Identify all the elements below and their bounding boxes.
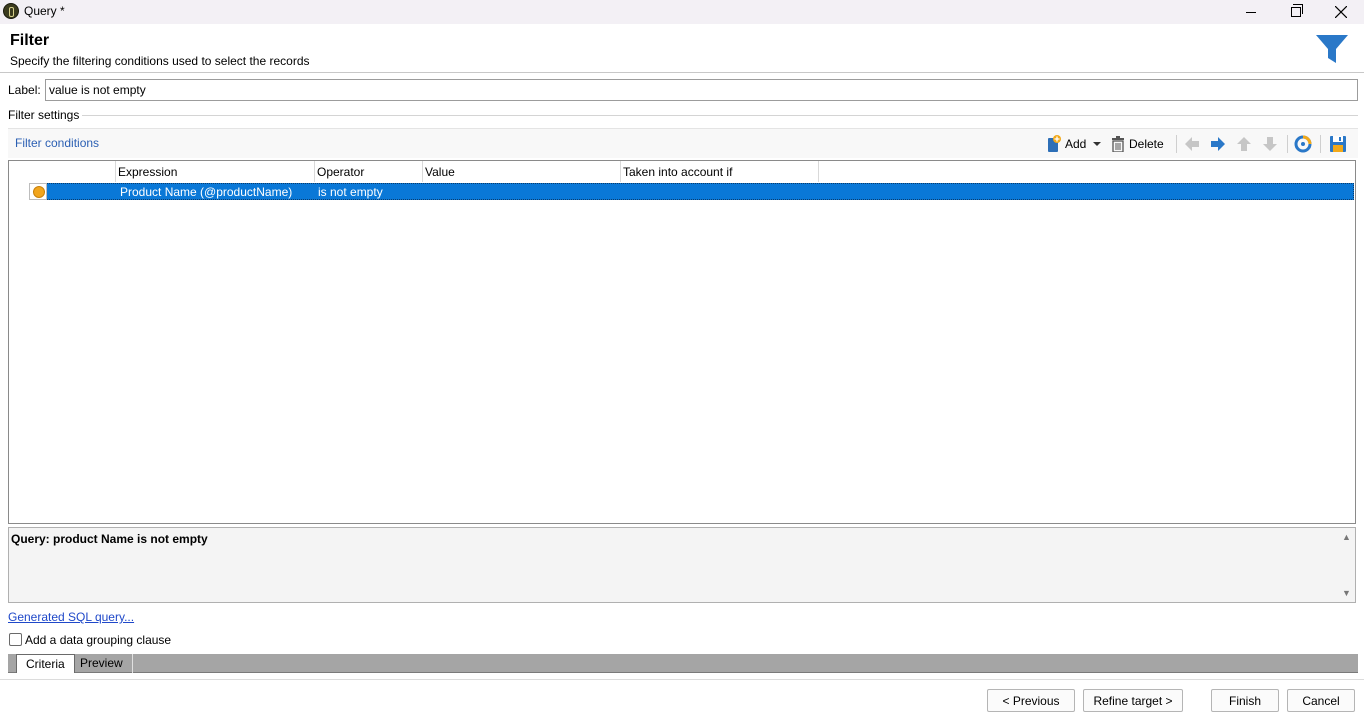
arrow-up-icon[interactable]: [1234, 134, 1254, 154]
funnel-icon: [1316, 35, 1348, 63]
page-header: Filter Specify the filtering conditions …: [0, 24, 1364, 73]
refresh-icon[interactable]: [1293, 134, 1313, 154]
toolbar-separator: [1320, 135, 1321, 153]
add-label: Add: [1065, 137, 1087, 151]
close-button[interactable]: [1318, 0, 1364, 24]
previous-button[interactable]: < Previous: [987, 689, 1075, 712]
minimize-icon: [1246, 11, 1256, 13]
column-header[interactable]: Operator: [315, 161, 423, 182]
delete-label: Delete: [1129, 137, 1164, 151]
operator-cell: is not empty: [318, 185, 383, 199]
maximize-button[interactable]: [1273, 0, 1319, 24]
cancel-button[interactable]: Cancel: [1287, 689, 1355, 712]
arrow-left-icon[interactable]: [1182, 134, 1202, 154]
toolbar-separator: [1287, 135, 1288, 153]
refine-target-button[interactable]: Refine target >: [1083, 689, 1183, 712]
minimize-button[interactable]: [1228, 0, 1274, 24]
filter-settings-title: Filter settings: [8, 108, 80, 122]
conditions-grid: Expression Operator Value Taken into acc…: [8, 160, 1356, 524]
page-title: Filter: [10, 32, 50, 49]
generated-sql-link[interactable]: Generated SQL query...: [8, 610, 134, 624]
save-icon[interactable]: [1328, 134, 1348, 154]
table-row[interactable]: Product Name (@productName) is not empty: [29, 183, 1354, 200]
grid-header: Expression Operator Value Taken into acc…: [9, 161, 1355, 182]
tab-preview[interactable]: Preview: [71, 654, 133, 673]
tab-bar: Criteria Preview: [8, 654, 1358, 673]
label-input[interactable]: [45, 79, 1358, 101]
title-bar: Query *: [0, 0, 1364, 24]
column-header[interactable]: Value: [423, 161, 621, 182]
close-icon: [1335, 6, 1347, 18]
window-title: Query *: [24, 4, 65, 18]
arrow-down-icon[interactable]: [1260, 134, 1280, 154]
status-dot-icon: [33, 186, 45, 198]
app-icon: [3, 3, 19, 19]
column-header[interactable]: Taken into account if: [621, 161, 819, 182]
finish-button[interactable]: Finish: [1211, 689, 1279, 712]
trash-icon: [1112, 136, 1124, 152]
restore-icon: [1291, 4, 1303, 17]
column-header[interactable]: Expression: [116, 161, 315, 182]
footer-divider: [0, 679, 1364, 680]
query-description: Query: product Name is not empty ▲ ▼: [8, 527, 1356, 603]
grouping-label: Add a data grouping clause: [25, 633, 172, 647]
scroll-up-icon[interactable]: ▲: [1342, 532, 1351, 542]
delete-button[interactable]: Delete: [1111, 133, 1164, 155]
query-text: Query: product Name is not empty: [11, 532, 208, 546]
chevron-down-icon: [1093, 142, 1102, 146]
expression-cell: Product Name (@productName): [120, 185, 293, 199]
column-header-marker: [9, 161, 116, 182]
filter-settings-divider: [82, 115, 1358, 116]
add-button[interactable]: Add: [1046, 133, 1102, 155]
label-caption: Label:: [8, 83, 41, 97]
toolbar-separator: [1176, 135, 1177, 153]
page-subtitle: Specify the filtering conditions used to…: [10, 54, 310, 68]
add-icon: [1048, 135, 1061, 152]
conditions-toolbar: Filter conditions Add Delete: [8, 128, 1358, 158]
label-row: Label:: [8, 79, 1358, 101]
filter-conditions-link[interactable]: Filter conditions: [15, 136, 99, 150]
row-status-marker: [29, 183, 47, 200]
scroll-down-icon[interactable]: ▼: [1342, 588, 1351, 598]
tab-criteria[interactable]: Criteria: [16, 654, 75, 673]
grouping-checkbox[interactable]: [9, 633, 22, 646]
arrow-right-icon[interactable]: [1208, 134, 1228, 154]
